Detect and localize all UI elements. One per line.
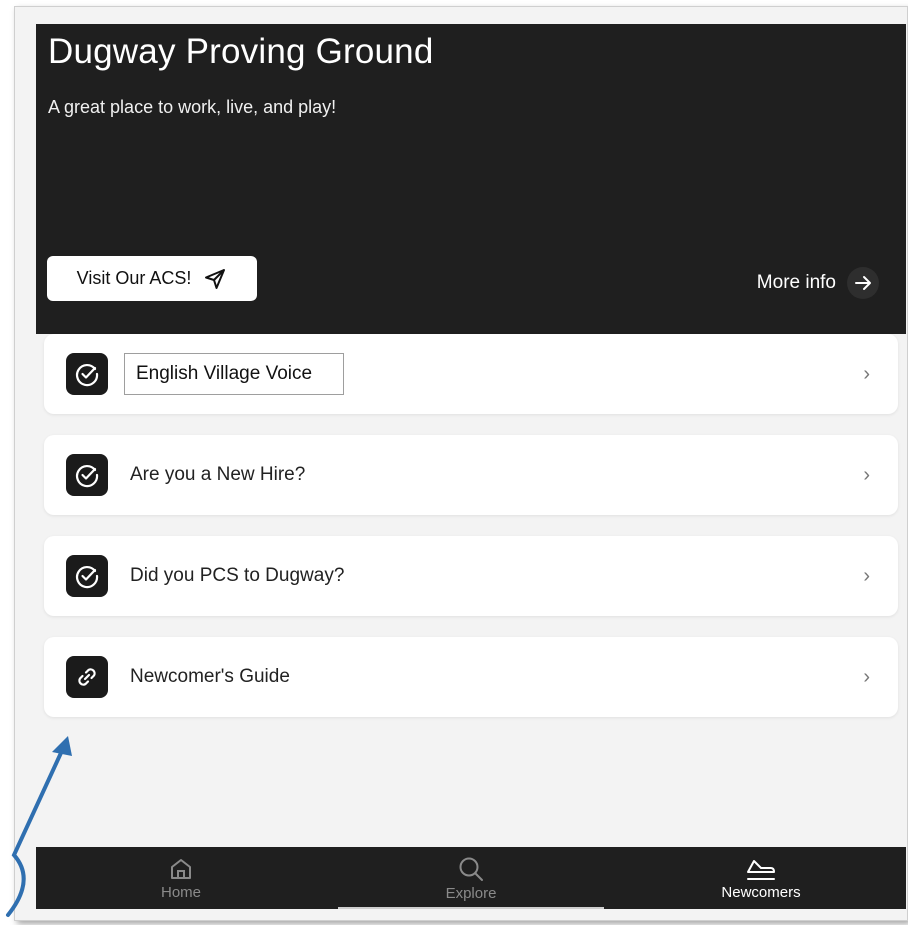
tab-label: Explore bbox=[445, 884, 497, 902]
list-item-new-hire[interactable]: Are you a New Hire? › bbox=[44, 435, 898, 515]
list-item-newcomers-guide[interactable]: Newcomer's Guide › bbox=[44, 637, 898, 717]
search-icon bbox=[459, 857, 483, 881]
tab-explore[interactable]: Explore bbox=[326, 847, 616, 909]
list-item-label: English Village Voice bbox=[124, 353, 344, 395]
list-item-label: Are you a New Hire? bbox=[130, 464, 306, 485]
tab-newcomers[interactable]: Newcomers bbox=[616, 847, 906, 909]
home-icon bbox=[171, 858, 191, 879]
tab-indicator bbox=[338, 907, 604, 909]
newcomers-icon bbox=[747, 859, 775, 880]
page-title: Dugway Proving Ground bbox=[48, 32, 434, 71]
newcomer-list: English Village Voice › Are you a New Hi… bbox=[44, 334, 898, 717]
chevron-right-icon: › bbox=[863, 463, 870, 486]
list-item-label: Did you PCS to Dugway? bbox=[130, 565, 345, 586]
list-item-label: Newcomer's Guide bbox=[130, 666, 290, 687]
link-icon bbox=[66, 656, 108, 698]
more-info-label: More info bbox=[756, 272, 836, 293]
chevron-right-icon: › bbox=[863, 564, 870, 587]
tab-label: Home bbox=[160, 883, 201, 901]
chevron-right-icon: › bbox=[863, 665, 870, 688]
check-circle-icon bbox=[66, 555, 108, 597]
more-info-link[interactable]: More info bbox=[757, 266, 880, 300]
annotation-arrow bbox=[6, 736, 72, 917]
hero-banner: Dugway Proving Ground A great place to w… bbox=[36, 24, 906, 334]
send-arrow-icon bbox=[205, 268, 226, 289]
chevron-right-icon: › bbox=[863, 362, 870, 385]
bottom-tab-bar: Home Explore Newcomers bbox=[36, 847, 906, 909]
page-subtitle: A great place to work, live, and play! bbox=[48, 97, 337, 117]
check-circle-icon bbox=[66, 454, 108, 496]
tab-label: Newcomers bbox=[721, 883, 801, 901]
visit-acs-label: Visit Our ACS! bbox=[76, 268, 192, 288]
arrow-right-icon bbox=[847, 267, 879, 299]
visit-acs-button[interactable]: Visit Our ACS! bbox=[47, 256, 257, 301]
list-item-english-village-voice[interactable]: English Village Voice › bbox=[44, 334, 898, 414]
check-circle-icon bbox=[66, 353, 108, 395]
list-item-pcs-to-dugway[interactable]: Did you PCS to Dugway? › bbox=[44, 536, 898, 616]
